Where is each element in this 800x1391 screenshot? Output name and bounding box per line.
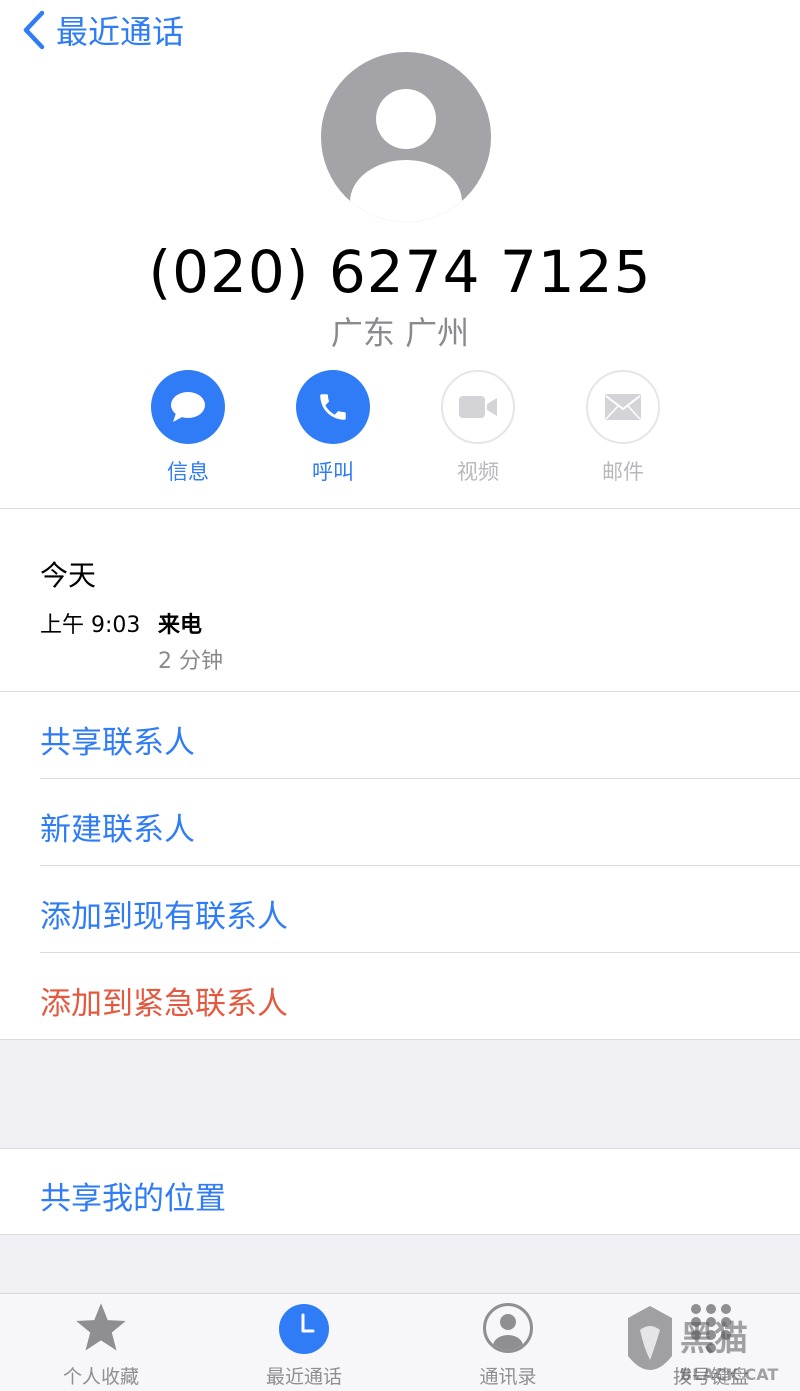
divider xyxy=(40,778,800,779)
create-new-contact-button[interactable]: 新建联系人 xyxy=(40,804,195,849)
message-bubble-icon xyxy=(171,392,205,422)
add-to-existing-contact-button[interactable]: 添加到现有联系人 xyxy=(40,891,288,936)
divider xyxy=(0,508,800,509)
tab-recents-label: 最近通话 xyxy=(265,1366,342,1388)
star-icon xyxy=(76,1303,126,1351)
call-day-heading: 今天 xyxy=(40,559,97,592)
section-gap xyxy=(0,1234,800,1294)
call-type: 来电 xyxy=(158,613,203,638)
share-my-location-button[interactable]: 共享我的位置 xyxy=(40,1173,226,1218)
video-camera-icon xyxy=(459,396,497,418)
tab-recents[interactable]: 最近通话 xyxy=(229,1294,379,1389)
divider xyxy=(40,865,800,866)
svg-text:BLACK CAT: BLACK CAT xyxy=(680,1365,778,1384)
tab-contacts-label: 通讯录 xyxy=(479,1366,537,1388)
message-button[interactable]: 信息 xyxy=(128,370,248,486)
tab-contacts[interactable]: 通讯录 xyxy=(433,1294,583,1389)
call-label: 呼叫 xyxy=(312,460,354,484)
divider xyxy=(0,691,800,692)
video-label: 视频 xyxy=(457,460,499,484)
call-button[interactable]: 呼叫 xyxy=(273,370,393,486)
divider xyxy=(40,952,800,953)
mail-button[interactable]: 邮件 xyxy=(563,370,683,486)
video-button[interactable]: 视频 xyxy=(418,370,538,486)
chevron-left-icon xyxy=(23,10,45,50)
tab-favorites[interactable]: 个人收藏 xyxy=(26,1294,176,1389)
mail-envelope-icon xyxy=(605,394,641,420)
person-circle-icon xyxy=(483,1303,533,1353)
phone-number: (020) 6274 7125 xyxy=(148,238,652,306)
phone-icon xyxy=(320,394,346,420)
back-button[interactable]: 最近通话 xyxy=(22,8,184,52)
action-buttons: 信息 呼叫 视频 邮件 xyxy=(0,370,800,490)
watermark-text: 黑猫 xyxy=(680,1319,748,1359)
call-time: 上午 9:03 xyxy=(40,613,141,638)
share-contact-button[interactable]: 共享联系人 xyxy=(40,717,195,762)
number-location: 广东 广州 xyxy=(330,314,470,352)
back-label: 最近通话 xyxy=(56,13,185,51)
message-label: 信息 xyxy=(167,460,209,484)
section-gap xyxy=(0,1039,800,1149)
mail-label: 邮件 xyxy=(602,460,644,484)
avatar-placeholder-icon xyxy=(321,52,491,222)
add-to-emergency-contacts-button[interactable]: 添加到紧急联系人 xyxy=(40,978,288,1023)
call-duration: 2 分钟 xyxy=(158,649,223,674)
tab-favorites-label: 个人收藏 xyxy=(62,1366,139,1388)
clock-icon xyxy=(279,1304,329,1354)
black-cat-watermark: 黑猫 BLACK CAT xyxy=(628,1306,778,1384)
